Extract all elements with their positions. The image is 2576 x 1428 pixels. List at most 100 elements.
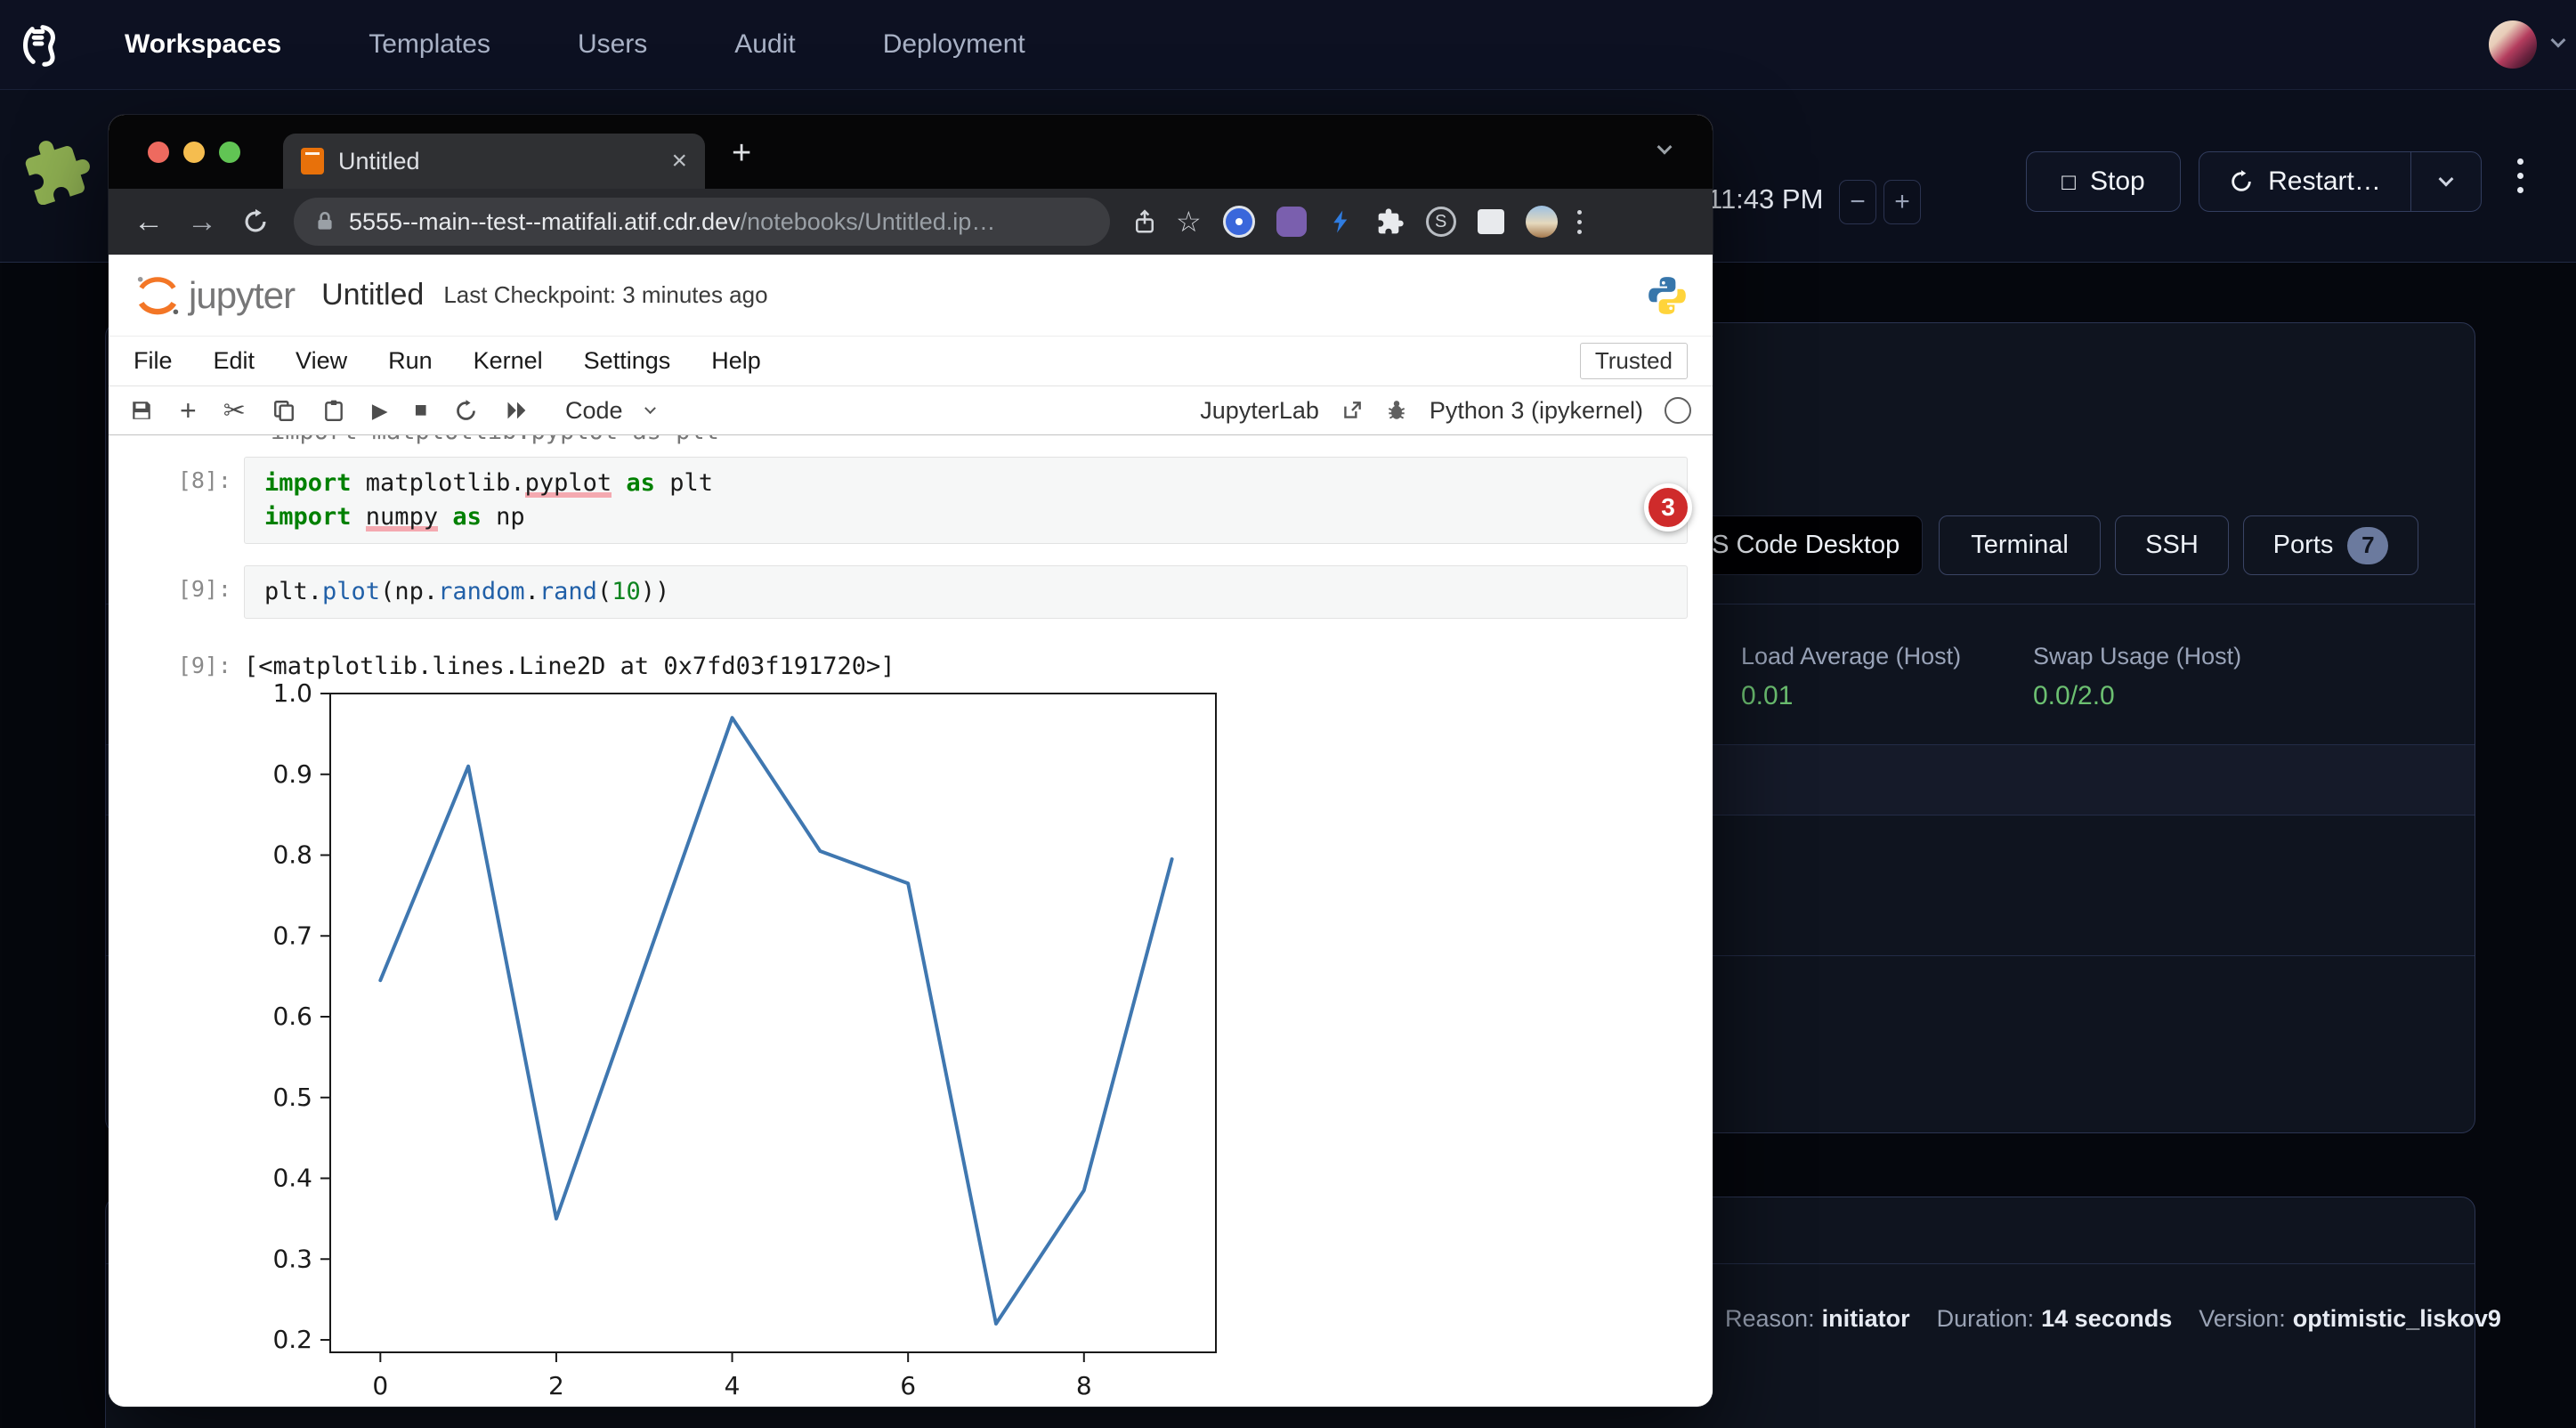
tab-title: Untitled	[338, 148, 671, 175]
kernel-status-icon	[1665, 397, 1691, 424]
menu-kernel[interactable]: Kernel	[474, 347, 543, 375]
svg-text:0.8: 0.8	[272, 840, 312, 870]
menu-edit[interactable]: Edit	[214, 347, 255, 375]
jupyter-menubar: File Edit View Run Kernel Settings Help Truste…	[109, 336, 1713, 386]
code-cell[interactable]: [8]: import matplotlib.pyplot as pltimpo…	[109, 457, 1713, 544]
forward-button[interactable]: →	[187, 205, 217, 239]
window-zoom-button[interactable]	[219, 142, 240, 163]
ports-count-badge: 7	[2347, 527, 2388, 564]
bookmark-star-icon[interactable]: ☆	[1176, 205, 1202, 239]
svg-text:0.6: 0.6	[272, 1002, 312, 1031]
lock-icon	[313, 209, 336, 234]
app-button-terminal[interactable]: Terminal	[1939, 515, 2101, 575]
url-host: 5555--main--test--matifali.atif.cdr.dev	[349, 208, 741, 236]
cell-editor[interactable]: plt.plot(np.random.rand(10))	[244, 565, 1688, 619]
nav-item-workspaces[interactable]: Workspaces	[125, 29, 281, 60]
svg-text:6: 6	[900, 1371, 916, 1400]
matplotlib-line-chart: 0.20.30.40.50.60.70.80.91.002468	[267, 677, 1246, 1402]
copy-cells-icon[interactable]	[272, 399, 296, 422]
checkpoint-status: Last Checkpoint: 3 minutes ago	[443, 281, 767, 309]
add-cell-icon[interactable]: +	[180, 394, 197, 427]
cell-prompt: [8]:	[109, 457, 244, 544]
code-cell[interactable]: [9]: plt.plot(np.random.rand(10))	[109, 565, 1713, 619]
tab-close-icon[interactable]: ×	[671, 146, 687, 176]
workspace-kebab-menu[interactable]	[2517, 158, 2523, 193]
zoom-in-button[interactable]: +	[1883, 180, 1921, 224]
svg-text:8: 8	[1076, 1371, 1092, 1400]
nav-item-templates[interactable]: Templates	[369, 29, 490, 60]
lightning-extension-icon[interactable]	[1328, 207, 1355, 237]
grammar-extension-icon[interactable]: S	[1426, 207, 1456, 237]
cell-type-dropdown[interactable]: Code	[565, 397, 654, 425]
restart-icon	[2229, 169, 2254, 194]
external-link-icon[interactable]	[1341, 399, 1364, 422]
debugger-bug-icon[interactable]	[1385, 399, 1408, 422]
stop-icon: □	[2062, 168, 2076, 196]
interrupt-kernel-icon[interactable]: ■	[415, 398, 428, 423]
restart-kernel-icon[interactable]	[454, 399, 478, 423]
save-icon[interactable]	[130, 399, 153, 422]
menu-help[interactable]: Help	[711, 347, 761, 375]
cut-cells-icon[interactable]: ✂	[223, 395, 246, 426]
side-panel-icon[interactable]	[1478, 209, 1504, 234]
password-manager-extension-icon[interactable]	[1223, 206, 1255, 238]
user-avatar[interactable]	[2489, 20, 2537, 69]
back-button[interactable]: ←	[134, 205, 164, 239]
svg-text:4: 4	[725, 1371, 741, 1400]
top-navbar: Workspaces Templates Users Audit Deployment	[0, 0, 2576, 90]
browser-menu-kebab[interactable]	[1577, 210, 1582, 234]
kernel-name[interactable]: Python 3 (ipykernel)	[1430, 397, 1643, 425]
cell-editor[interactable]: import matplotlib.pyplot as pltimport nu…	[244, 457, 1688, 544]
jupyter-logo	[132, 270, 183, 321]
menu-view[interactable]: View	[296, 347, 347, 375]
browser-tab[interactable]: Untitled ×	[283, 134, 705, 189]
notification-badge: 3	[1644, 483, 1692, 531]
app-button-ports[interactable]: Ports 7	[2243, 515, 2418, 575]
tab-search-chevron-icon[interactable]	[1659, 143, 1670, 159]
browser-titlebar: Untitled × +	[109, 115, 1713, 189]
workspace-time: 11:43 PM	[1707, 183, 1823, 215]
paste-cells-icon[interactable]	[322, 399, 345, 422]
menu-settings[interactable]: Settings	[584, 347, 671, 375]
python-logo	[1645, 273, 1689, 318]
notebook-title[interactable]: Untitled	[321, 278, 424, 312]
nav-items: Workspaces Templates Users Audit Deployment	[125, 29, 1025, 60]
purple-extension-icon[interactable]	[1276, 207, 1307, 237]
zoom-out-button[interactable]: −	[1839, 180, 1876, 224]
menu-run[interactable]: Run	[388, 347, 433, 375]
menu-file[interactable]: File	[134, 347, 173, 375]
browser-toolbar: ← → 5555--main--test--matifali.atif.cdr.…	[109, 189, 1713, 255]
window-close-button[interactable]	[148, 142, 169, 163]
nav-item-users[interactable]: Users	[578, 29, 647, 60]
jupyter-wordmark: jupyter	[189, 274, 295, 317]
reload-button[interactable]	[240, 207, 271, 237]
nav-item-deployment[interactable]: Deployment	[883, 29, 1025, 60]
restart-run-all-icon[interactable]	[505, 400, 530, 421]
output-text: [<matplotlib.lines.Line2D at 0x7fd03f191…	[244, 642, 895, 680]
cell-prompt: [9]:	[109, 565, 244, 619]
notebook-content: import matplotlib.pyplot as plt [8]: imp…	[109, 435, 1713, 1407]
run-cell-icon[interactable]: ▶	[372, 399, 388, 423]
jupyterlab-link[interactable]: JupyterLab	[1200, 397, 1319, 425]
address-bar[interactable]: 5555--main--test--matifali.atif.cdr.dev/…	[294, 198, 1110, 246]
trusted-button[interactable]: Trusted	[1580, 343, 1688, 379]
coder-logo-icon[interactable]	[16, 19, 62, 70]
scrolled-cell-remnant: import matplotlib.pyplot as plt	[109, 435, 1713, 448]
screen: WorkspacesTemplatesUsersAuditDeployment …	[0, 0, 2576, 1428]
window-minimize-button[interactable]	[183, 142, 205, 163]
chevron-down-icon[interactable]	[2553, 37, 2564, 53]
extensions-puzzle-icon[interactable]	[1376, 207, 1405, 236]
browser-window: Untitled × + ← → 5555--main--test--matif…	[109, 115, 1713, 1407]
browser-profile-avatar[interactable]	[1526, 206, 1558, 238]
svg-text:0.9: 0.9	[272, 759, 312, 789]
build-info-row: Reason:initiator Duration:14 seconds Ver…	[1725, 1305, 2501, 1333]
app-button-ssh[interactable]: SSH	[2115, 515, 2229, 575]
new-tab-button[interactable]: +	[732, 134, 751, 173]
share-icon[interactable]	[1131, 207, 1158, 237]
puzzle-icon	[23, 135, 93, 205]
stop-button[interactable]: □ Stop	[2026, 151, 2181, 212]
nav-item-audit[interactable]: Audit	[734, 29, 795, 60]
restart-button[interactable]: Restart…	[2199, 151, 2482, 212]
svg-text:0.5: 0.5	[272, 1083, 312, 1112]
restart-options-button[interactable]	[2411, 152, 2481, 211]
